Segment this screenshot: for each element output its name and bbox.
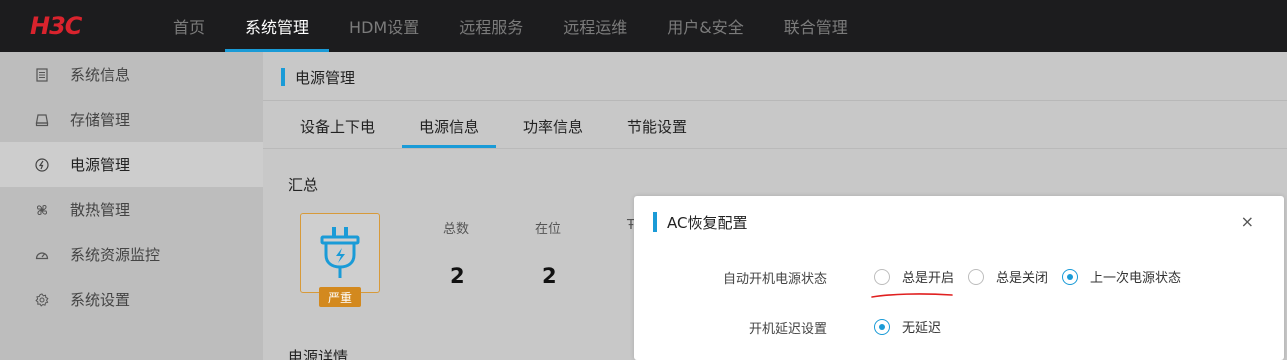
page-title: 电源管理 bbox=[295, 68, 356, 87]
radio-always-on[interactable]: 总是开启 bbox=[874, 267, 954, 286]
radio-circle[interactable] bbox=[968, 268, 985, 285]
svg-text:H3C: H3C bbox=[30, 14, 83, 38]
radio-no-delay[interactable]: 无延迟 bbox=[874, 317, 941, 336]
close-icon[interactable]: × bbox=[1241, 212, 1254, 232]
power-supply-status-tile bbox=[300, 213, 380, 293]
stat-total-value: 2 bbox=[450, 264, 465, 288]
nav-hdm-settings[interactable]: HDM设置 bbox=[329, 0, 439, 52]
brand-logo[interactable]: H3C bbox=[0, 0, 140, 52]
gauge-icon bbox=[34, 247, 50, 263]
page-header: 电源管理 bbox=[281, 68, 356, 87]
summary-title: 汇总 bbox=[288, 176, 319, 194]
sidebar-item-storage[interactable]: 存储管理 bbox=[0, 97, 263, 142]
dialog-header: AC恢复配置 bbox=[653, 212, 747, 232]
h3c-logo-icon: H3C bbox=[30, 14, 84, 38]
sidebar-item-label: 系统资源监控 bbox=[70, 246, 161, 264]
stat-present-value: 2 bbox=[542, 264, 557, 288]
tab-power-consumption[interactable]: 功率信息 bbox=[506, 104, 600, 148]
stat-present-label: 在位 bbox=[535, 222, 562, 237]
tab-bar: 设备上下电 电源信息 功率信息 节能设置 bbox=[283, 104, 714, 148]
nav-home[interactable]: 首页 bbox=[140, 0, 225, 52]
top-navigation-bar: H3C 首页 系统管理 HDM设置 远程服务 远程运维 用户&安全 联合管理 bbox=[0, 0, 1287, 52]
sidebar: 系统信息 存储管理 电源管理 散热管理 系统资源监控 系统设置 bbox=[0, 52, 263, 360]
sidebar-item-label: 存储管理 bbox=[70, 111, 131, 129]
red-underline-annotation bbox=[871, 293, 953, 298]
tab-energy-saving[interactable]: 节能设置 bbox=[610, 104, 704, 148]
sidebar-item-label: 散热管理 bbox=[70, 201, 131, 219]
nav-remote-service[interactable]: 远程服务 bbox=[439, 0, 543, 52]
radio-label: 总是关闭 bbox=[996, 271, 1049, 286]
power-on-delay-label: 开机延迟设置 bbox=[748, 322, 827, 337]
gear-icon bbox=[34, 292, 50, 308]
power-plug-icon bbox=[320, 227, 360, 278]
drive-icon bbox=[34, 112, 50, 128]
radio-last-power-state[interactable]: 上一次电源状态 bbox=[1062, 267, 1181, 286]
severity-badge: 严重 bbox=[319, 287, 361, 307]
sidebar-item-label: 电源管理 bbox=[70, 156, 131, 174]
sidebar-item-label: 系统信息 bbox=[70, 66, 131, 84]
radio-always-off[interactable]: 总是关闭 bbox=[968, 267, 1048, 286]
sidebar-item-system-settings[interactable]: 系统设置 bbox=[0, 277, 263, 322]
radio-circle[interactable] bbox=[874, 268, 890, 285]
fan-icon bbox=[34, 202, 50, 218]
sidebar-item-system-info[interactable]: 系统信息 bbox=[0, 52, 263, 97]
tab-power-info[interactable]: 电源信息 bbox=[402, 104, 497, 148]
sidebar-item-label: 系统设置 bbox=[70, 291, 131, 309]
nav-federation[interactable]: 联合管理 bbox=[764, 0, 868, 52]
nav-system-management[interactable]: 系统管理 bbox=[225, 0, 330, 52]
radio-label: 上一次电源状态 bbox=[1090, 271, 1182, 286]
nav-remote-ops[interactable]: 远程运维 bbox=[543, 0, 647, 52]
auto-power-state-label: 自动开机电源状态 bbox=[722, 272, 827, 287]
tab-device-power-control[interactable]: 设备上下电 bbox=[283, 104, 392, 148]
radio-circle[interactable] bbox=[1062, 268, 1079, 285]
sidebar-item-resource-monitor[interactable]: 系统资源监控 bbox=[0, 232, 263, 277]
power-on-delay-radio-group: 无延迟 bbox=[874, 317, 955, 336]
ac-recovery-dialog: AC恢复配置 × 自动开机电源状态 总是开启 总是关闭 上一次电源状态 开机延迟… bbox=[634, 196, 1284, 360]
stat-total-label: 总数 bbox=[443, 222, 470, 237]
main-nav: 首页 系统管理 HDM设置 远程服务 远程运维 用户&安全 联合管理 bbox=[140, 0, 868, 52]
sidebar-item-power[interactable]: 电源管理 bbox=[0, 142, 263, 187]
radio-label: 总是开启 bbox=[902, 271, 955, 286]
auto-power-state-radio-group: 总是开启 总是关闭 上一次电源状态 bbox=[874, 267, 1195, 286]
dialog-title: AC恢复配置 bbox=[667, 213, 748, 232]
power-icon bbox=[34, 157, 50, 173]
sidebar-item-cooling[interactable]: 散热管理 bbox=[0, 187, 263, 232]
nav-user-security[interactable]: 用户&安全 bbox=[647, 0, 763, 52]
title-accent-bar bbox=[281, 68, 285, 86]
power-details-title: 电源详情 bbox=[288, 348, 349, 360]
radio-circle[interactable] bbox=[874, 318, 890, 335]
header-divider bbox=[263, 100, 1287, 101]
radio-label: 无延迟 bbox=[902, 321, 942, 336]
document-icon bbox=[34, 67, 50, 83]
title-accent-bar bbox=[653, 212, 657, 232]
tabs-divider bbox=[263, 148, 1287, 149]
